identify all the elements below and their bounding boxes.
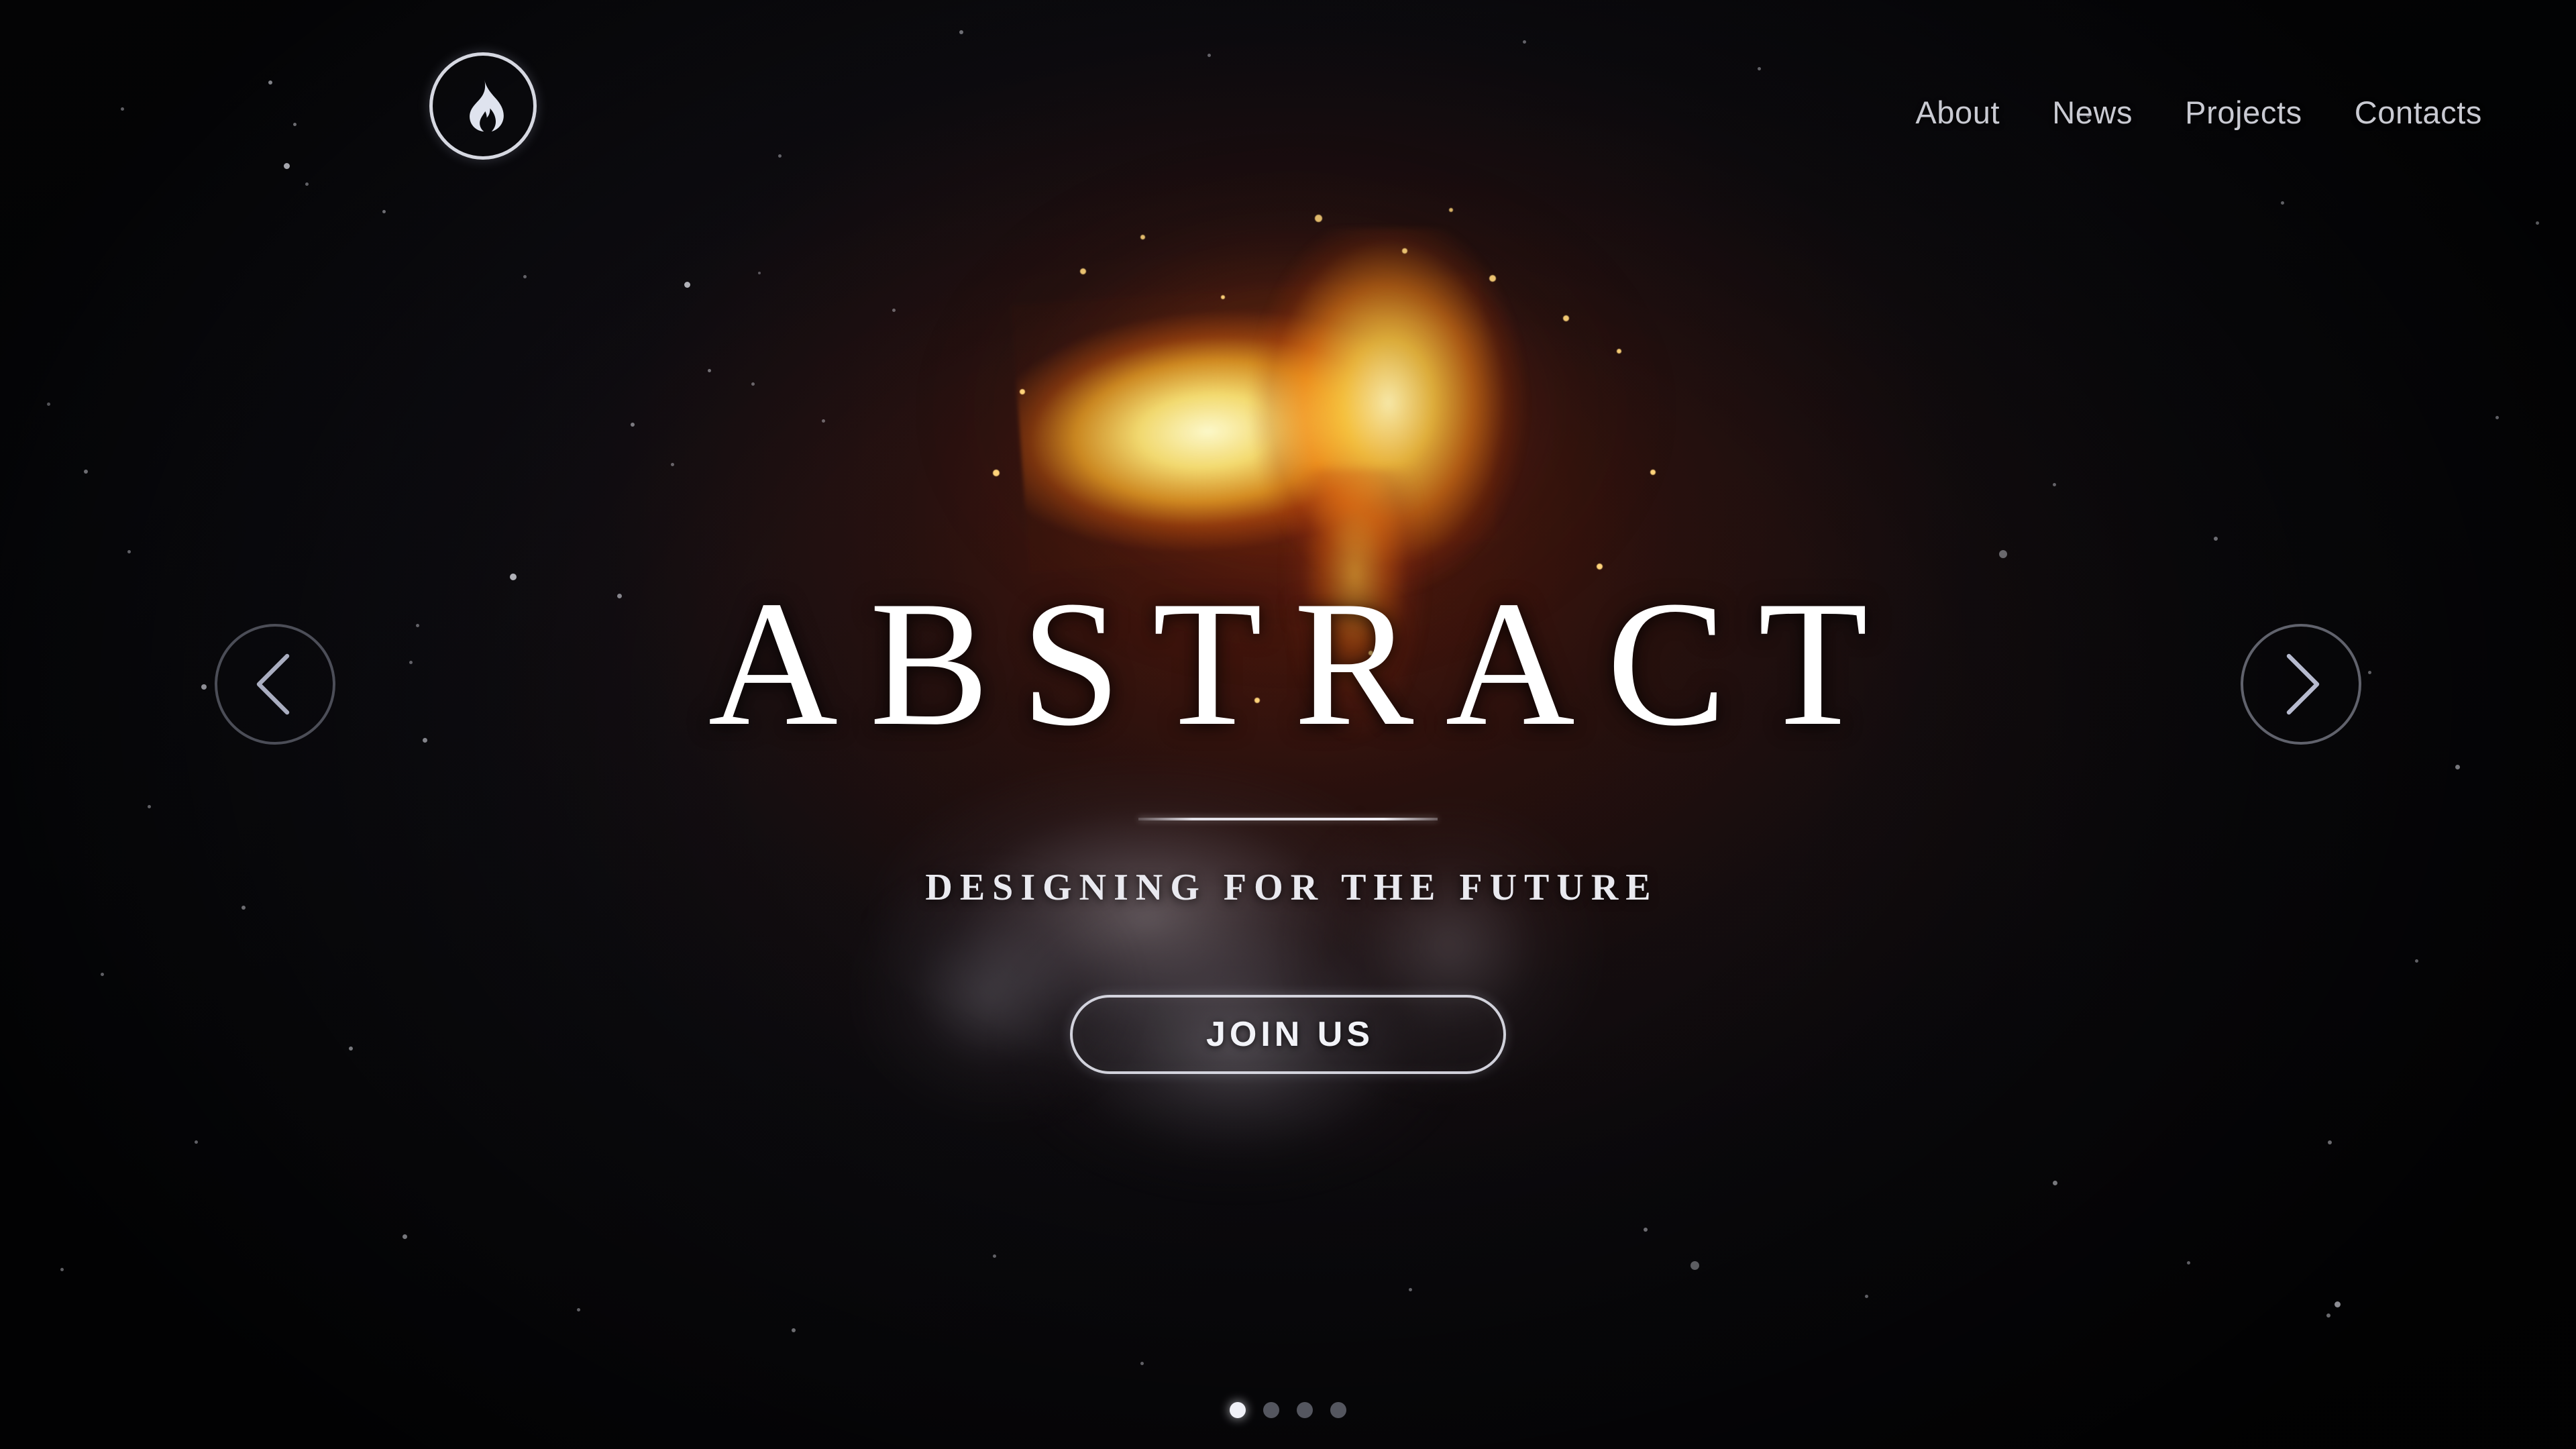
nav-item-projects[interactable]: Projects [2185,94,2302,131]
nav-item-contacts[interactable]: Contacts [2355,94,2482,131]
join-us-button[interactable]: JOIN US [1070,995,1506,1074]
carousel-next-button[interactable] [2241,624,2361,745]
main-navigation: About News Projects Contacts [1915,94,2482,131]
site-header: About News Projects Contacts [0,0,2576,201]
nav-item-about[interactable]: About [1915,94,2000,131]
carousel-dot-2[interactable] [1263,1402,1279,1418]
vignette-overlay [0,0,2576,1449]
hero-slider-page: About News Projects Contacts ABSTRACT DE… [0,0,2576,1449]
carousel-dot-4[interactable] [1330,1402,1346,1418]
flame-icon [459,79,507,133]
carousel-dot-3[interactable] [1297,1402,1313,1418]
carousel-pagination [0,1402,2576,1418]
carousel-dot-1[interactable] [1230,1402,1246,1418]
nav-item-news[interactable]: News [2052,94,2133,131]
carousel-prev-button[interactable] [215,624,335,745]
logo-button[interactable] [429,52,537,160]
chevron-left-icon [250,652,301,716]
chevron-right-icon [2275,652,2326,716]
